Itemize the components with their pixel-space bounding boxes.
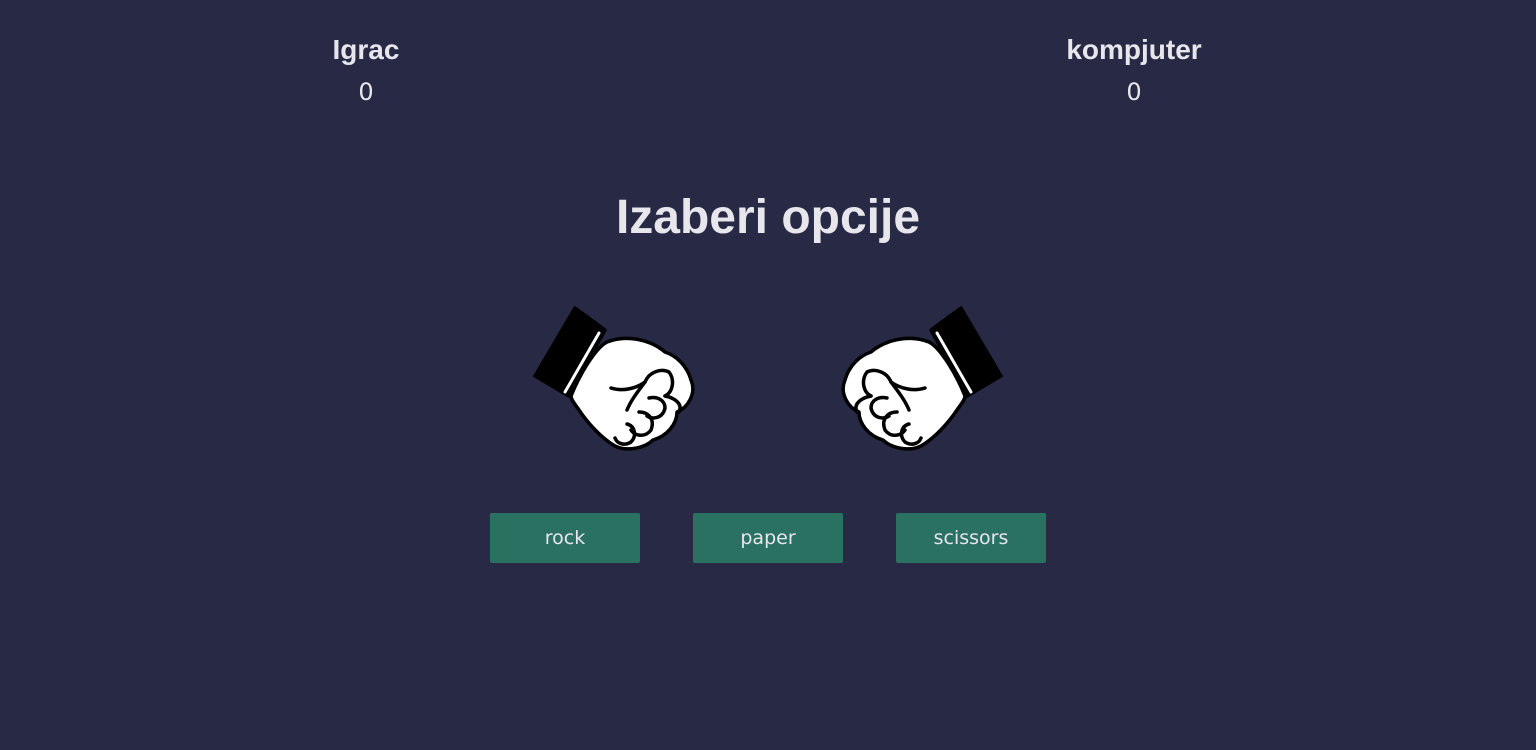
scissors-button[interactable]: scissors: [896, 513, 1046, 563]
computer-score-panel: kompjuter 0: [1014, 33, 1254, 107]
rock-button[interactable]: rock: [490, 513, 640, 563]
player-fist-icon: [533, 306, 695, 451]
paper-button[interactable]: paper: [693, 513, 843, 563]
choice-buttons: rock paper scissors: [0, 513, 1536, 563]
choose-option-prompt: Izaberi opcije: [615, 191, 921, 244]
player-label: Igrac: [332, 34, 400, 65]
hands-display: [0, 300, 1536, 460]
computer-label: kompjuter: [1066, 34, 1202, 65]
player-score-panel: Igrac 0: [246, 33, 486, 107]
computer-score: 0: [1126, 78, 1142, 106]
player-score: 0: [358, 78, 374, 106]
computer-fist-icon: [841, 306, 1003, 451]
